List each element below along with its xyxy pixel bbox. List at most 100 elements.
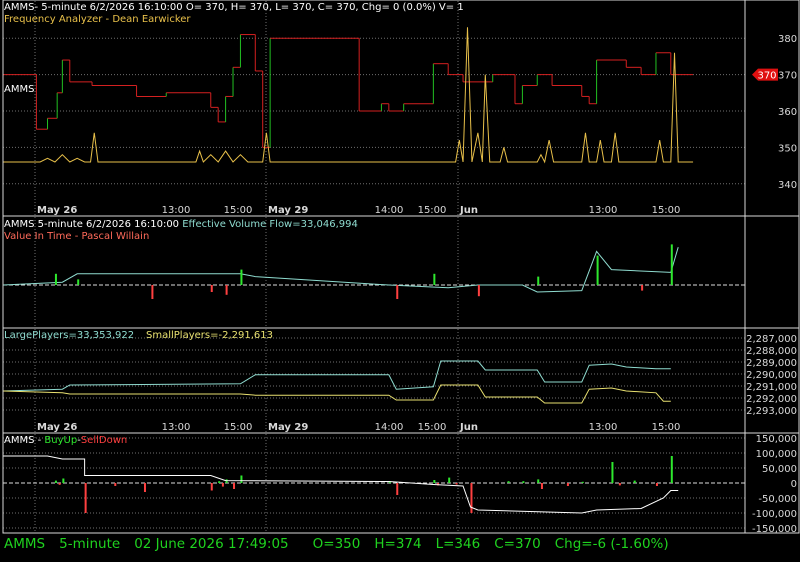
buyup-bar	[54, 480, 57, 483]
x-day-label: May 29	[268, 205, 308, 216]
buyup-selldown-label: AMMS - BuyUp-SellDown	[4, 435, 127, 447]
status-bar: AMMS 5-minute 02 June 2026 17:49:05 O=350 H=…	[4, 535, 683, 553]
value-in-time-label: Value In Time - Pascal Willain	[4, 231, 150, 242]
vit-bar	[240, 269, 243, 285]
buyup-bar	[537, 479, 540, 483]
buyup-bar	[218, 481, 221, 483]
players-y-tick: 2,288,000	[746, 346, 797, 357]
selldown-bar	[58, 483, 61, 485]
buyup-bar	[507, 481, 510, 483]
vit-bar	[596, 255, 599, 285]
x-time-label: 15:00	[224, 422, 253, 433]
players-y-tick: 2,292,000	[746, 394, 797, 405]
volume-y-tick: -150,000	[752, 524, 797, 535]
buyup-bar	[522, 481, 525, 483]
buyup-bar	[225, 479, 228, 483]
volume-y-tick: -50,000	[758, 494, 797, 505]
symbol-label: AMMS	[4, 84, 35, 95]
status-close: C=370	[494, 536, 541, 552]
vit-bar	[54, 273, 57, 285]
buyup-bar	[581, 481, 584, 483]
frequency-analyzer-label: Frequency Analyzer - Dean Earwicker	[4, 14, 191, 25]
selldown-bar	[396, 483, 399, 495]
buyup-bar	[633, 480, 636, 483]
selldown-bar	[210, 483, 213, 491]
vit-header-prefix: AMMS 5-minute 6/2/2026 16:10:00	[4, 219, 180, 230]
price-y-tick: 360	[778, 107, 797, 118]
players-y-tick: 2,293,000	[746, 406, 797, 417]
x-time-label: 15:00	[418, 422, 447, 433]
selldown-bar	[540, 483, 543, 489]
vit-bar	[151, 285, 154, 299]
x-time-label: 15:00	[224, 205, 253, 216]
evf-label: Effective Volume Flow=33,046,994	[182, 219, 358, 230]
x-day-label: May 29	[268, 422, 308, 433]
vit-bar	[433, 273, 436, 285]
x-time-label: 15:00	[652, 422, 681, 433]
vit-bar	[477, 285, 480, 297]
x-time-label: 13:00	[162, 205, 191, 216]
status-datetime: 02 June 2026 17:49:05	[134, 536, 289, 552]
x-time-label: 13:00	[589, 205, 618, 216]
selldown-bar	[566, 483, 569, 486]
vit-bar	[396, 285, 399, 299]
status-low: L=346	[435, 536, 481, 552]
small-players-label: SmallPlayers=-2,291,613	[146, 330, 273, 341]
volume-y-tick: 150,000	[756, 434, 797, 445]
vit-bar	[641, 285, 644, 291]
x-time-label: 15:00	[418, 205, 447, 216]
buyup-bar	[611, 462, 614, 483]
buyup-text: BuyUp	[44, 435, 78, 446]
selldown-bar	[455, 483, 458, 485]
status-change: Chg=-6 (-1.60%)	[554, 536, 669, 552]
players-y-tick: 2,291,000	[746, 382, 797, 393]
large-players-label: LargePlayers=33,353,922	[4, 330, 135, 341]
players-y-tick: 2,287,000	[746, 334, 797, 345]
volume-y-tick: 100,000	[756, 449, 797, 460]
x-time-label: 15:00	[652, 205, 681, 216]
selldown-bar	[221, 483, 224, 487]
selldown-bar	[655, 483, 658, 486]
players-y-tick: 2,290,000	[746, 370, 797, 381]
selldown-bar	[233, 483, 236, 489]
vit-bar	[77, 279, 80, 285]
vit-bar	[210, 285, 213, 292]
background	[0, 0, 800, 562]
price-y-tick: 380	[778, 34, 797, 45]
chart-canvas: May 26 May 29 Jun 13:00 15:00 14:00 15:00 13:00…	[0, 0, 800, 562]
buyup-bar	[448, 477, 451, 483]
x-day-label: Jun	[459, 422, 478, 433]
price-y-tick: 370	[778, 71, 797, 82]
price-panel-header: AMMS- 5-minute 6/2/2026 16:10:00 O= 370,…	[4, 2, 464, 13]
buyup-bar	[433, 480, 436, 483]
selldown-bar	[143, 483, 146, 492]
vit-bar	[670, 244, 673, 285]
x-time-label: 13:00	[162, 422, 191, 433]
selldown-bar	[470, 483, 473, 513]
vit-bar	[225, 285, 228, 295]
buyup-bar	[240, 475, 243, 483]
volume-y-tick: 50,000	[762, 464, 797, 475]
volume-y-tick: -100,000	[752, 509, 797, 520]
status-high: H=374	[374, 536, 422, 552]
buyup-bar	[670, 456, 673, 483]
x-time-label: 14:00	[375, 205, 404, 216]
price-tag-text: 370	[757, 71, 776, 82]
x-day-label: May 26	[37, 205, 77, 216]
selldown-bar	[114, 483, 117, 486]
players-y-tick: 2,289,000	[746, 358, 797, 369]
x-day-label: May 26	[37, 422, 77, 433]
volume-y-tick: 0	[791, 479, 797, 490]
status-symbol: AMMS	[4, 536, 46, 552]
selldown-text: SellDown	[80, 435, 128, 446]
status-interval: 5-minute	[59, 536, 121, 552]
status-open: O=350	[312, 536, 361, 552]
selldown-bar	[618, 483, 621, 486]
x-day-label: Jun	[459, 205, 478, 216]
buyup-prefix: AMMS -	[4, 435, 45, 446]
x-time-label: 13:00	[589, 422, 618, 433]
vit-panel-header: AMMS 5-minute 6/2/2026 16:10:00 Effectiv…	[4, 219, 358, 231]
price-y-tick: 350	[778, 143, 797, 154]
buyup-bar	[62, 478, 65, 483]
price-y-tick: 340	[778, 180, 797, 191]
